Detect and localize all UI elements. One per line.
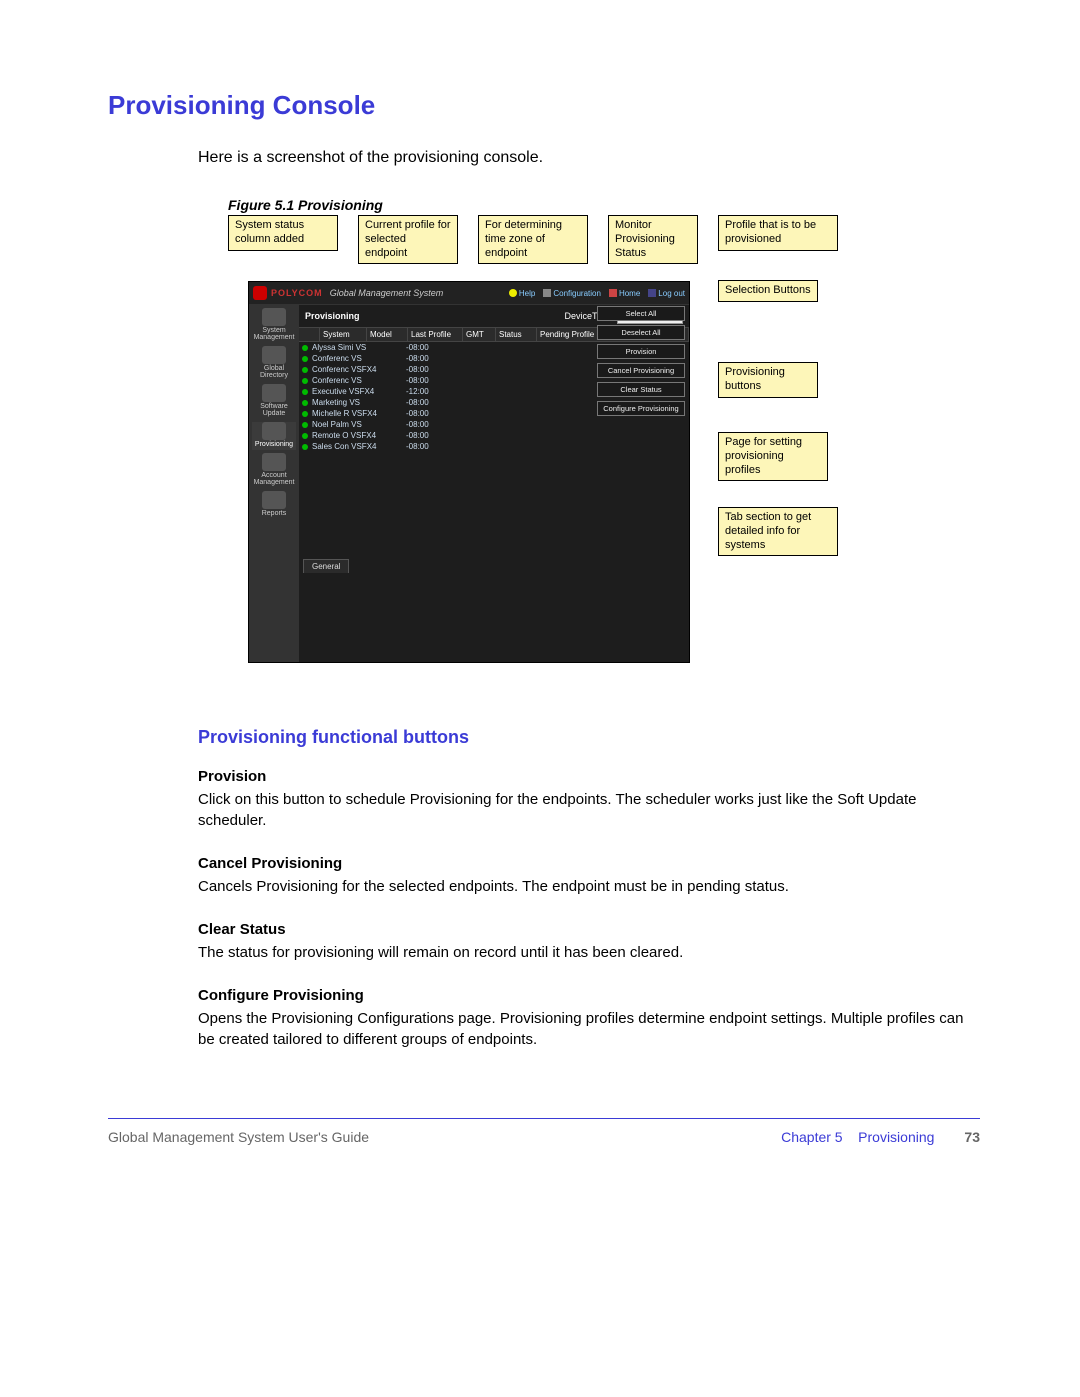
select-all-button[interactable]: Select All [597, 306, 685, 321]
reports-icon [262, 491, 286, 509]
help-link[interactable]: Help [509, 289, 535, 298]
table-row[interactable]: Noel Palm VS-08:00 [299, 419, 689, 430]
system-icon [262, 308, 286, 326]
status-dot-icon [302, 389, 308, 395]
clear-status-button[interactable]: Clear Status [597, 382, 685, 397]
status-dot-icon [302, 356, 308, 362]
status-dot-icon [302, 378, 308, 384]
section-clear-status: Clear Status The status for provisioning… [198, 919, 980, 963]
col-model: Model [367, 328, 408, 341]
brand-name: POLYCOM [271, 288, 323, 298]
table-row[interactable]: Sales Con VSFX4-08:00 [299, 441, 689, 452]
sidebar-item-reports[interactable]: Reports [252, 491, 296, 519]
footer-section: Provisioning [858, 1129, 934, 1145]
table-row[interactable]: Remote O VSFX4-08:00 [299, 430, 689, 441]
col-last-profile: Last Profile [408, 328, 463, 341]
col-system: System [320, 328, 367, 341]
callout-profile-provisioned: Profile that is to be provisioned [718, 215, 838, 251]
col-checkbox [299, 328, 320, 341]
section-configure-provisioning: Configure Provisioning Opens the Provisi… [198, 985, 980, 1050]
status-dot-icon [302, 345, 308, 351]
page-title: Provisioning Console [108, 90, 980, 121]
status-dot-icon [302, 400, 308, 406]
subheading: Provisioning functional buttons [198, 727, 980, 748]
provisioning-icon [262, 422, 286, 440]
provision-button[interactable]: Provision [597, 344, 685, 359]
sidebar-item-global-directory[interactable]: Global Directory [252, 346, 296, 381]
panel-title: Provisioning [305, 311, 360, 321]
logout-icon [648, 289, 656, 297]
figure-caption: Figure 5.1 Provisioning [228, 197, 968, 213]
section-cancel-provisioning: Cancel Provisioning Cancels Provisioning… [198, 853, 980, 897]
figure-area: Figure 5.1 Provisioning System status co… [228, 197, 968, 697]
status-dot-icon [302, 367, 308, 373]
callout-profiles-page: Page for setting provisioning profiles [718, 432, 828, 481]
help-icon [509, 289, 517, 297]
provisioning-screenshot: POLYCOM Global Management System Help Co… [248, 281, 690, 663]
configure-provisioning-button[interactable]: Configure Provisioning [597, 401, 685, 416]
callout-system-status: System status column added [228, 215, 338, 251]
callout-time-zone: For determining time zone of endpoint [478, 215, 588, 264]
callout-current-profile: Current profile for selected endpoint [358, 215, 458, 264]
col-status: Status [496, 328, 537, 341]
tab-general[interactable]: General [303, 559, 349, 573]
home-icon [609, 289, 617, 297]
update-icon [262, 384, 286, 402]
footer-guide: Global Management System User's Guide [108, 1129, 369, 1145]
account-icon [262, 453, 286, 471]
callout-selection-buttons: Selection Buttons [718, 280, 818, 302]
intro-text: Here is a screenshot of the provisioning… [198, 149, 980, 167]
page-footer: Global Management System User's Guide Ch… [108, 1118, 980, 1145]
sidebar-item-provisioning[interactable]: Provisioning [252, 422, 296, 450]
sidebar-item-system-management[interactable]: System Management [252, 308, 296, 343]
configuration-link[interactable]: Configuration [543, 289, 601, 298]
status-dot-icon [302, 411, 308, 417]
logout-link[interactable]: Log out [648, 289, 685, 298]
polycom-logo [253, 286, 267, 300]
footer-chapter: Chapter 5 [781, 1129, 842, 1145]
callout-monitor-status: Monitor Provisioning Status [608, 215, 698, 264]
gear-icon [543, 289, 551, 297]
col-gmt: GMT [463, 328, 496, 341]
sidebar-item-software-update[interactable]: Software Update [252, 384, 296, 419]
deselect-all-button[interactable]: Deselect All [597, 325, 685, 340]
directory-icon [262, 346, 286, 364]
cancel-provisioning-button[interactable]: Cancel Provisioning [597, 363, 685, 378]
callout-tab-section: Tab section to get detailed info for sys… [718, 507, 838, 556]
home-link[interactable]: Home [609, 289, 640, 298]
brand-subtitle: Global Management System [330, 288, 444, 298]
callout-provisioning-buttons: Provisioning buttons [718, 362, 818, 398]
sidebar-item-account-management[interactable]: Account Management [252, 453, 296, 488]
footer-page-number: 73 [964, 1129, 980, 1145]
section-provision: Provision Click on this button to schedu… [198, 766, 980, 831]
status-dot-icon [302, 422, 308, 428]
status-dot-icon [302, 444, 308, 450]
status-dot-icon [302, 433, 308, 439]
